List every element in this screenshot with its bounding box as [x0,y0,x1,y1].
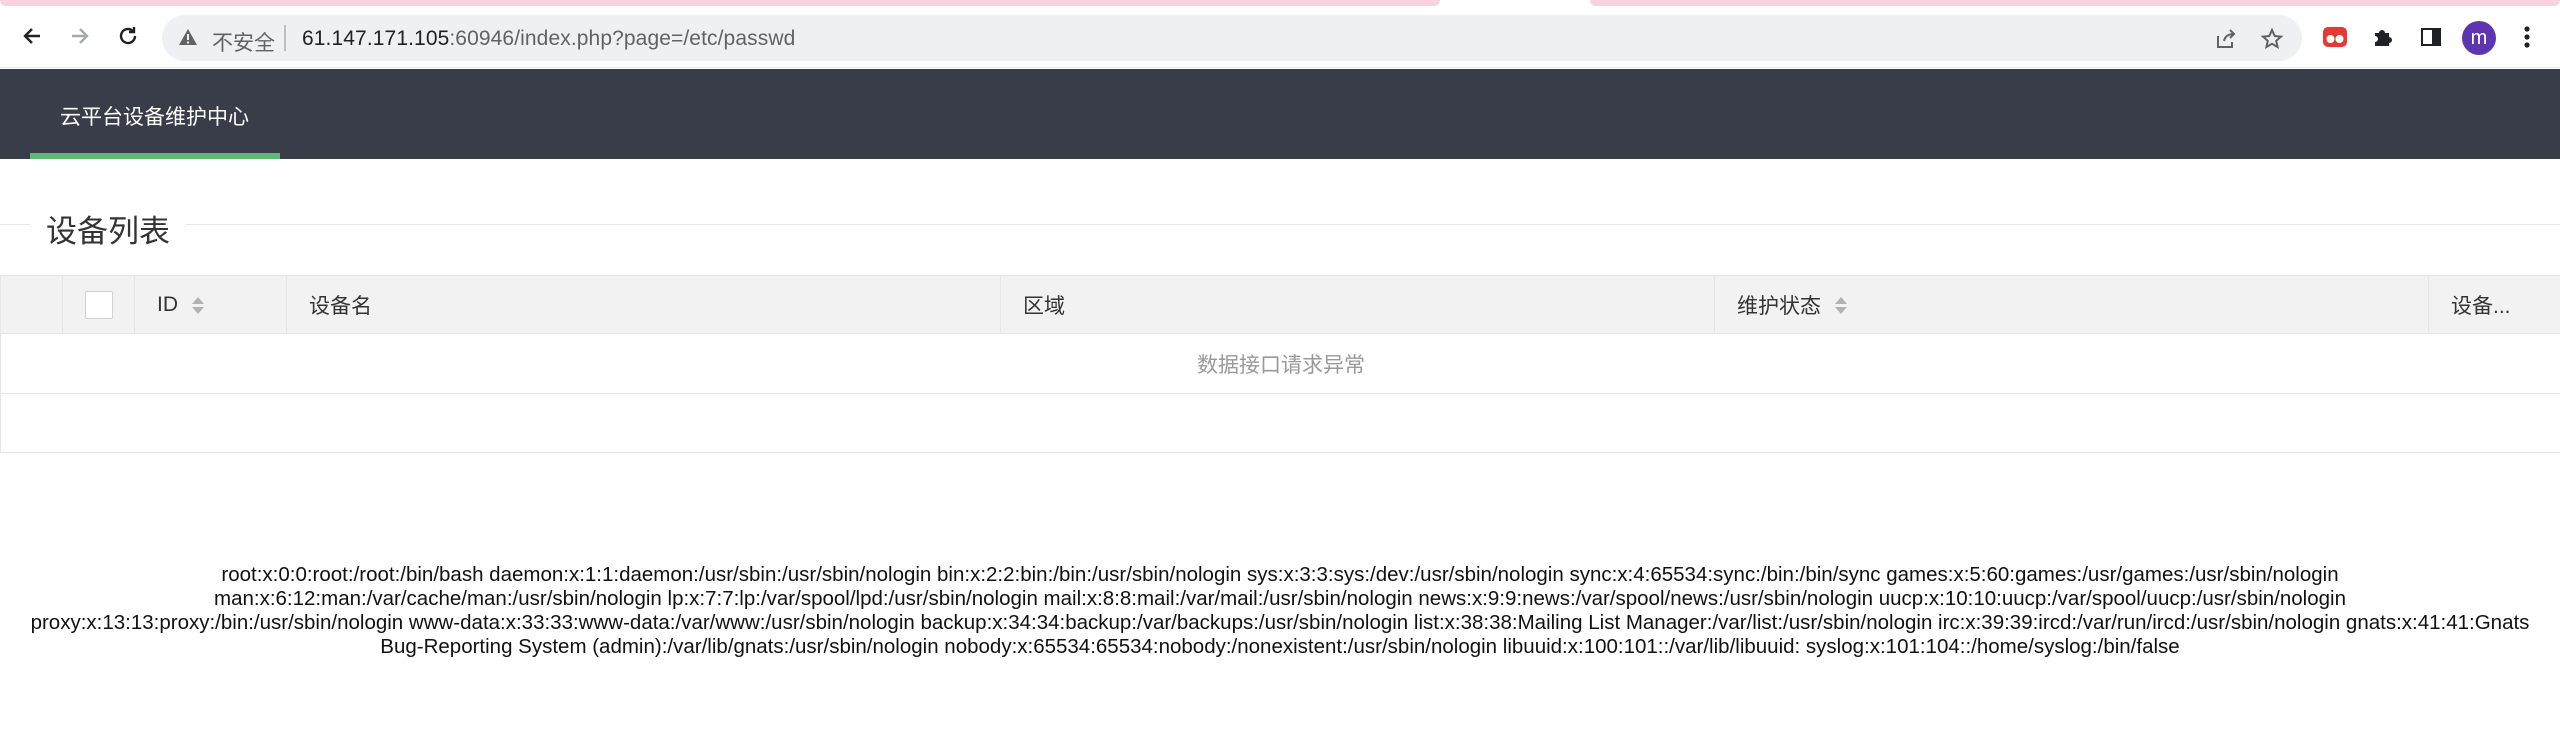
browser-toolbar: 不安全 61.147.171.105:60946/index.php?page=… [0,6,2560,68]
table-header: ID 设备名 区域 维护状态 设备... [1,276,2560,334]
output-line: man:x:6:12:man:/var/cache/man:/usr/sbin/… [214,587,2346,610]
column-id[interactable]: ID [135,276,287,334]
header-spacer-cell [1,276,63,334]
header-checkbox-cell [63,276,135,334]
select-all-checkbox[interactable] [85,291,113,319]
forward-icon [72,28,89,44]
column-device-name-label: 设备名 [309,295,372,318]
side-panel-button[interactable] [2416,22,2446,52]
column-id-label: ID [157,293,178,316]
warning-icon [179,29,197,45]
table-empty-row: 数据接口请求异常 [1,334,2560,394]
sort-icon[interactable] [192,296,204,314]
section-header: 设备列表 [0,200,2560,252]
device-table: ID 设备名 区域 维护状态 设备... 数据接口请求异常 [0,275,2560,453]
forward-button[interactable] [62,18,98,54]
extension-red-button[interactable] [2320,22,2350,52]
profile-avatar[interactable]: m [2462,21,2496,55]
file-output: root:x:0:0:root:/root:/bin/bash daemon:x… [0,563,2560,659]
puzzle-icon [2375,30,2392,46]
nav-tab-brand[interactable]: 云平台设备维护中心 [30,69,280,159]
column-region-label: 区域 [1023,295,1065,318]
section-divider [0,224,2560,225]
app-header: 云平台设备维护中心 [0,69,2560,159]
url-path: :60946/index.php?page=/etc/passwd [449,27,796,50]
url-host: 61.147.171.105 [302,27,450,50]
output-line: proxy:x:13:13:proxy:/bin:/usr/sbin/nolog… [30,611,2530,634]
sidepanel-icon [2421,28,2441,46]
browser-menu-button[interactable] [2512,22,2542,52]
security-label: 不安全 [212,32,275,55]
column-device-name: 设备名 [287,276,1001,334]
sort-icon[interactable] [1835,296,1847,314]
column-region: 区域 [1001,276,1715,334]
column-device-more: 设备... [2429,276,2560,334]
back-icon [23,28,40,44]
empty-message: 数据接口请求异常 [1197,353,1365,377]
output-line: Bug-Reporting System (admin):/var/lib/gn… [380,635,2180,658]
url-text[interactable]: 61.147.171.105:60946/index.php?page=/etc… [302,27,795,51]
menu-dots-icon [2524,26,2530,48]
address-bar[interactable]: 不安全 61.147.171.105:60946/index.php?page=… [162,15,2302,61]
extension-red-icon [2323,27,2347,47]
column-maintenance-status[interactable]: 维护状态 [1715,276,2429,334]
back-button[interactable] [14,18,50,54]
extensions-button[interactable] [2368,22,2398,52]
star-icon[interactable] [2260,27,2284,51]
reload-button[interactable] [110,18,146,54]
output-line: root:x:0:0:root:/root:/bin/bash daemon:x… [221,563,2339,586]
page-title: 设备列表 [30,206,186,251]
reload-icon [119,27,137,45]
brand-title: 云平台设备维护中心 [60,106,249,129]
column-device-more-label: 设备... [2451,295,2511,318]
share-icon[interactable] [2214,27,2238,51]
nav-active-indicator [30,153,280,159]
column-maintenance-status-label: 维护状态 [1737,295,1821,318]
omnibox-divider [284,25,286,51]
